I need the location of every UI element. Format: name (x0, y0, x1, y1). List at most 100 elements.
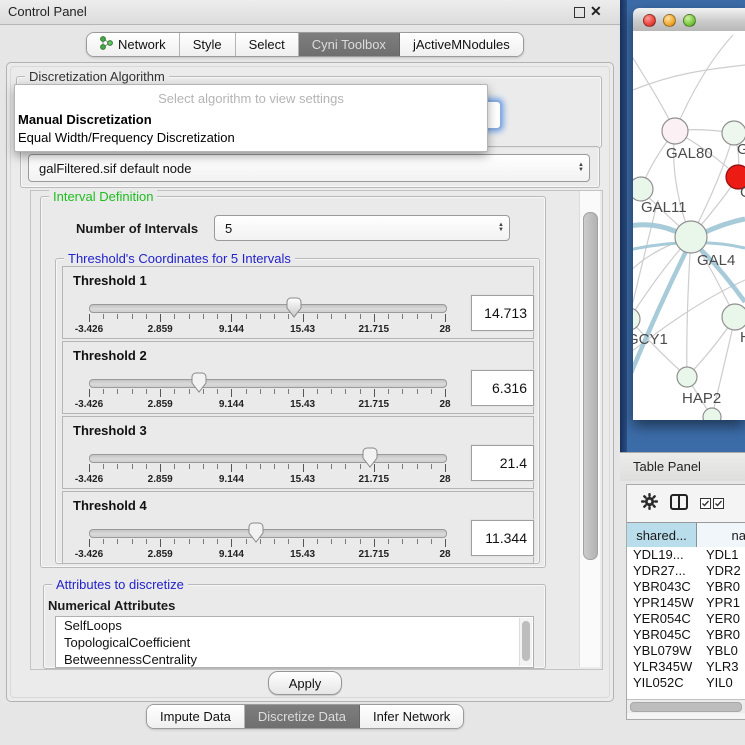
threshold-1-slider-track[interactable] (89, 304, 447, 313)
node-gal80[interactable] (662, 118, 688, 144)
cell-name[interactable]: YPR1 (702, 595, 745, 611)
node-bottom-partial[interactable] (703, 408, 721, 420)
slider-tick (331, 539, 332, 544)
scrollbar-thumb[interactable] (630, 702, 742, 712)
cell-name[interactable]: YER0 (702, 611, 745, 627)
cell-shared-name[interactable]: YBR043C (627, 579, 702, 595)
label-gal4: GAL4 (697, 252, 735, 269)
cell-shared-name[interactable]: YPR145W (627, 595, 702, 611)
column-header-shared-name[interactable]: shared... (627, 523, 697, 547)
cell-name[interactable]: YLR3 (702, 659, 745, 675)
table-row[interactable]: YBR045CYBR0 (627, 627, 745, 643)
cell-shared-name[interactable]: YBL079W (627, 643, 702, 659)
gear-icon[interactable] (641, 493, 658, 513)
columns-icon[interactable] (670, 494, 688, 513)
table-horizontal-scrollbar[interactable] (627, 699, 745, 713)
cell-shared-name[interactable]: YIL052C (627, 675, 702, 691)
table-row[interactable]: YER054CYER0 (627, 611, 745, 627)
slider-tick (388, 464, 389, 469)
slider-tick (203, 314, 204, 319)
table-row[interactable]: YDL19...YDL1 (627, 547, 745, 563)
popup-item-manual-discretization[interactable]: Manual Discretization (18, 112, 152, 127)
scrollbar-thumb[interactable] (522, 621, 530, 661)
node-gcy1[interactable] (633, 308, 640, 330)
network-canvas[interactable]: GAL80 GA G GAL11 GAL4 GCY1 H HAP2 (633, 31, 745, 420)
cell-shared-name[interactable]: YBR045C (627, 627, 702, 643)
slider-tick (231, 464, 232, 472)
slider-tick (445, 314, 446, 322)
threshold-2-slider-thumb[interactable] (191, 372, 207, 393)
cell-name[interactable]: YBL0 (702, 643, 745, 659)
tab-cyni-toolbox[interactable]: Cyni Toolbox (299, 33, 400, 56)
node-gal4[interactable] (675, 221, 707, 253)
settings-vertical-scrollbar[interactable] (579, 191, 600, 667)
attribute-list-item[interactable]: SelfLoops (56, 617, 533, 634)
table-row[interactable]: YPR145WYPR1 (627, 595, 745, 611)
slider-scale-label: 15.43 (290, 399, 315, 410)
cell-shared-name[interactable]: YDL19... (627, 547, 702, 563)
list-vertical-scrollbar[interactable] (519, 618, 532, 666)
network-graph: GAL80 GA G GAL11 GAL4 GCY1 H HAP2 (633, 31, 745, 420)
slider-tick (260, 464, 261, 469)
cell-name[interactable]: YBR0 (702, 627, 745, 643)
minimize-traffic-light-icon[interactable] (663, 14, 676, 27)
cell-name[interactable]: YDR2 (702, 563, 745, 579)
slider-tick (431, 464, 432, 469)
cell-name[interactable]: YIL0 (702, 675, 745, 691)
slider-tick (174, 539, 175, 544)
table-row[interactable]: YDR27...YDR2 (627, 563, 745, 579)
column-header-name[interactable]: na (697, 523, 745, 547)
cell-shared-name[interactable]: YDR27... (627, 563, 702, 579)
combo-stepper-icon[interactable]: ▲▼ (573, 163, 589, 173)
checkbox-icon[interactable] (713, 498, 724, 509)
tab-network[interactable]: Network (87, 33, 180, 56)
threshold-3-value-field[interactable]: 21.4 (471, 445, 534, 481)
attribute-list-item[interactable]: TopologicalCoefficient (56, 634, 533, 651)
cell-name[interactable]: YBR0 (702, 579, 745, 595)
close-icon[interactable]: ✕ (590, 3, 602, 20)
cell-shared-name[interactable]: YER054C (627, 611, 702, 627)
threshold-4-slider-thumb[interactable] (248, 522, 264, 543)
threshold-1-slider-thumb[interactable] (286, 297, 302, 318)
scrollbar-thumb[interactable] (583, 212, 598, 560)
apply-button[interactable]: Apply (268, 671, 342, 695)
zoom-traffic-light-icon[interactable] (683, 14, 696, 27)
tab-select[interactable]: Select (236, 33, 299, 56)
cell-shared-name[interactable]: YLR345W (627, 659, 702, 675)
cell-name[interactable]: YDL1 (702, 547, 745, 563)
close-traffic-light-icon[interactable] (643, 14, 656, 27)
attribute-list-item[interactable]: BetweennessCentrality (56, 651, 533, 668)
threshold-3-slider-thumb[interactable] (362, 447, 378, 468)
threshold-2-slider-track[interactable] (89, 379, 447, 388)
control-panel-titlebar: Control Panel ✕ (0, 0, 620, 25)
float-window-icon[interactable] (574, 7, 585, 18)
threshold-1-value-field[interactable]: 14.713 (471, 295, 534, 331)
network-window-titlebar[interactable] (633, 8, 745, 32)
node-gal11[interactable] (633, 177, 653, 201)
tab-infer-network[interactable]: Infer Network (360, 705, 463, 728)
tab-style[interactable]: Style (180, 33, 236, 56)
number-of-intervals-select[interactable]: 5 ▲▼ (214, 215, 510, 241)
threshold-3-slider-track[interactable] (89, 454, 447, 463)
threshold-4-slider-track[interactable] (89, 529, 447, 538)
tab-jactivemnodules[interactable]: jActiveMNodules (400, 33, 523, 56)
table-row[interactable]: YIL052CYIL0 (627, 675, 745, 691)
table-row[interactable]: YLR345WYLR3 (627, 659, 745, 675)
table-row[interactable]: YBL079WYBL0 (627, 643, 745, 659)
threshold-4-value-field[interactable]: 11.344 (471, 520, 534, 556)
combo-stepper-icon[interactable]: ▲▼ (493, 223, 509, 233)
slider-tick (402, 464, 403, 469)
threshold-2-value-field[interactable]: 6.316 (471, 370, 534, 406)
tab-impute-data[interactable]: Impute Data (147, 705, 245, 728)
tab-discretize-data[interactable]: Discretize Data (245, 705, 360, 728)
network-view-window[interactable]: GAL80 GA G GAL11 GAL4 GCY1 H HAP2 (633, 8, 745, 420)
slider-tick (388, 314, 389, 319)
popup-item-equal-width-frequency[interactable]: Equal Width/Frequency Discretization (18, 130, 235, 145)
numerical-attributes-list[interactable]: SelfLoopsTopologicalCoefficientBetweenne… (55, 616, 534, 668)
node-hap2[interactable] (677, 367, 697, 387)
checkbox-icon[interactable] (700, 498, 711, 509)
node-h[interactable] (722, 304, 745, 330)
panel-divider[interactable] (620, 0, 627, 452)
table-data-select[interactable]: galFiltered.sif default node ▲▼ (28, 154, 590, 182)
table-row[interactable]: YBR043CYBR0 (627, 579, 745, 595)
